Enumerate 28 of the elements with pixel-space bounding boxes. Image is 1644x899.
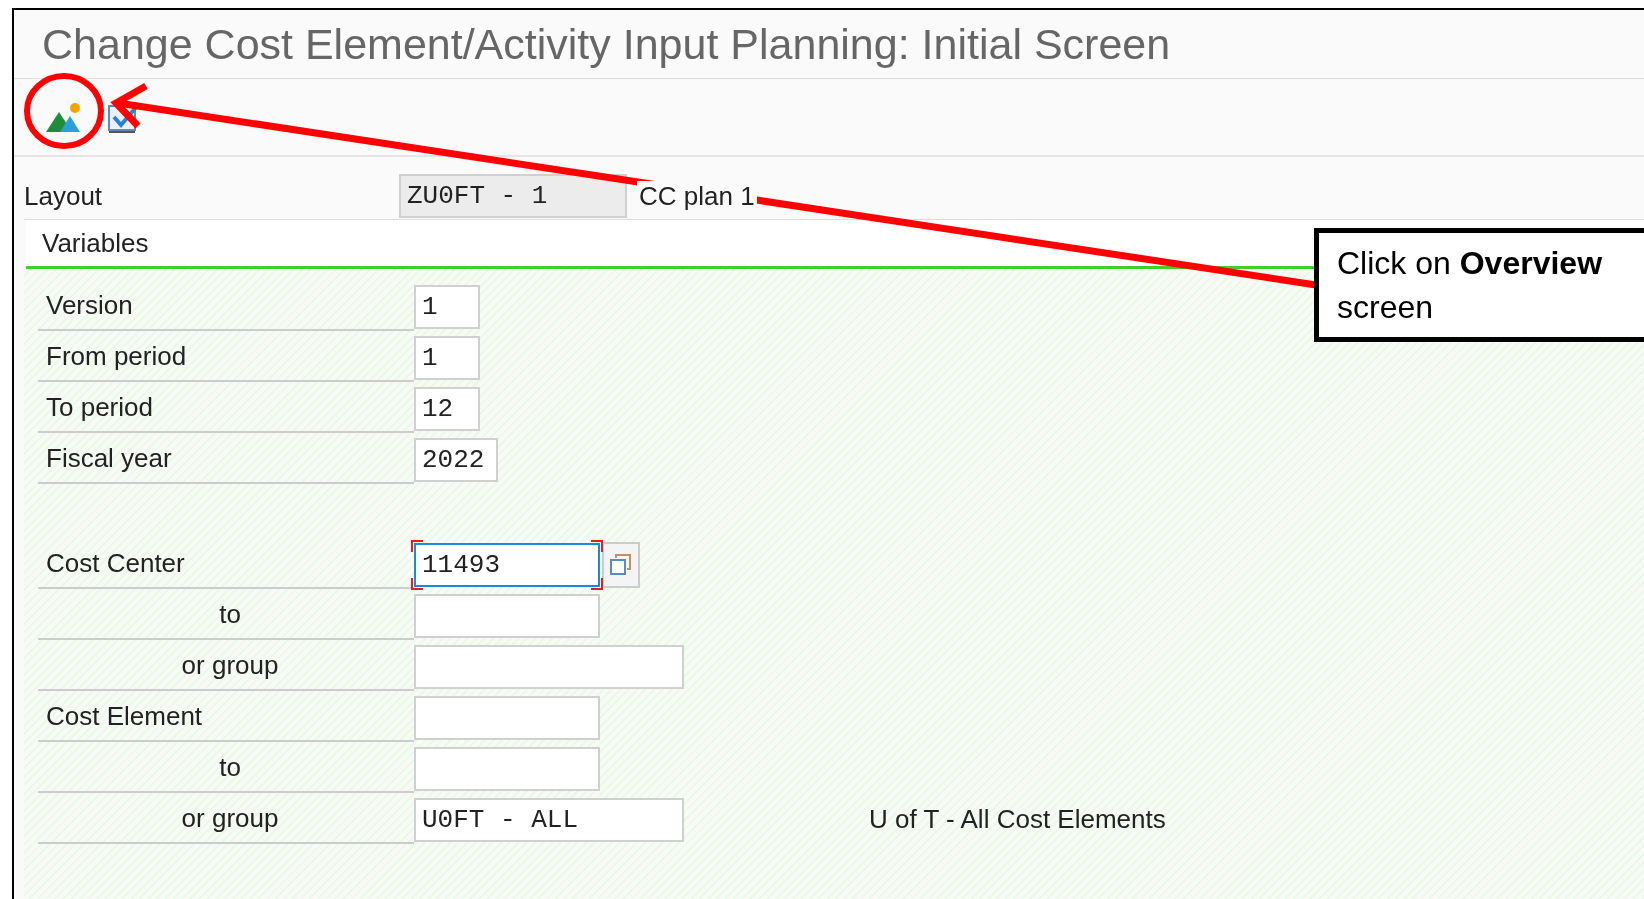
field-label: Cost Element [38,693,414,742]
layout-description: CC plan 1 [637,180,757,212]
field-description: U of T - All Cost Elements [869,804,1166,835]
value-help-button[interactable] [602,541,640,588]
field-label: to [38,744,414,793]
input-field[interactable]: 1 [414,284,480,329]
callout-text: Click on Overview screen [1314,228,1644,342]
input-field[interactable] [414,695,600,740]
input-field[interactable] [414,644,684,689]
copy-icon [608,551,634,578]
input-field[interactable] [414,746,600,791]
input-field[interactable]: 1 [414,335,480,380]
input-field[interactable] [414,593,600,638]
field-label: From period [38,333,414,382]
input-field[interactable]: U0FT - ALL [414,797,684,842]
field-label: or group [38,795,414,844]
field-label: Fiscal year [38,435,414,484]
input-field[interactable]: 2022 [414,437,498,482]
field-label: To period [38,384,414,433]
field-label: Layout [24,180,104,212]
field-label: to [38,591,414,640]
input-field[interactable]: 11493 [414,542,600,587]
window-title: Change Cost Element/Activity Input Planning: Initial Screen [42,19,1171,69]
field-label: Version [38,282,414,331]
layout-field[interactable]: ZU0FT - 1 [399,174,627,218]
section-title: Variables [42,227,149,259]
input-field[interactable]: 12 [414,386,480,431]
field-label: or group [38,642,414,691]
